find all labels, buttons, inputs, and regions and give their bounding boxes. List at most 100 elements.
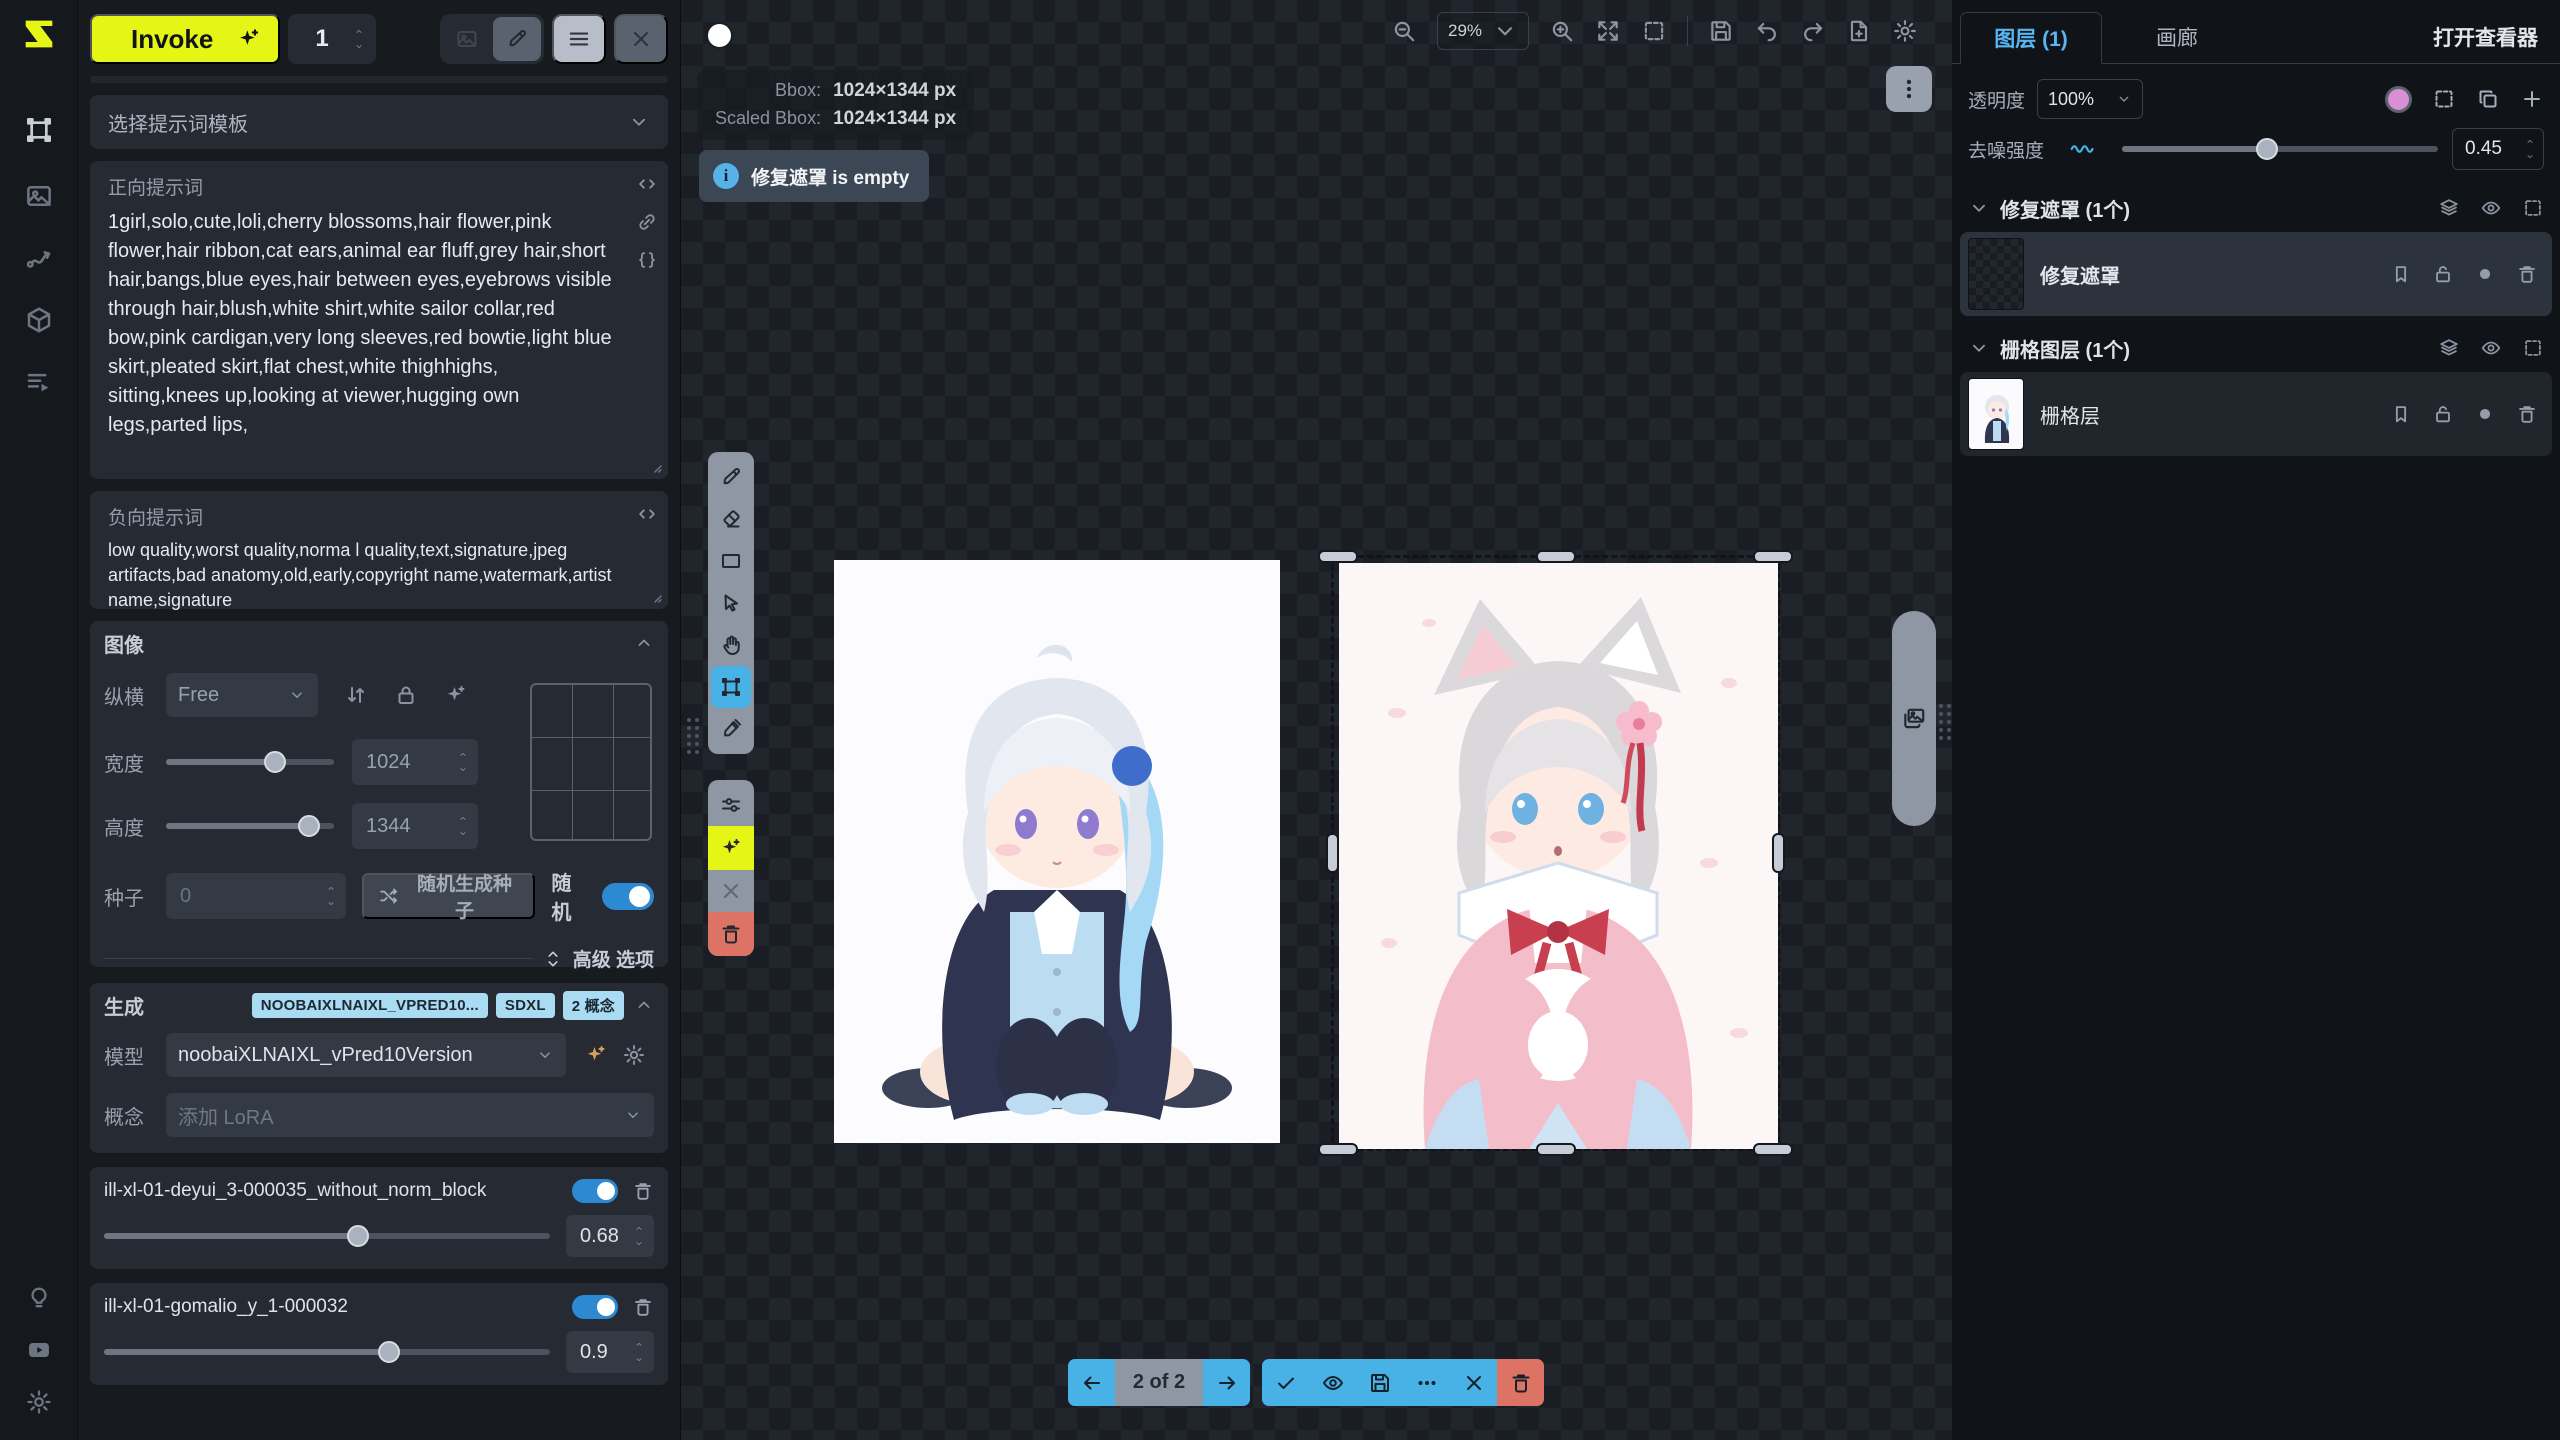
trash-icon[interactable]	[2516, 263, 2538, 285]
collapse-icon[interactable]	[634, 633, 654, 653]
bookmark-icon[interactable]	[2390, 263, 2412, 285]
lora-enabled-toggle[interactable]	[572, 1179, 618, 1203]
resize-grip-icon[interactable]	[646, 457, 664, 475]
trash-icon[interactable]	[632, 1180, 654, 1202]
canvas-menu-button[interactable]	[1886, 66, 1932, 112]
height-input[interactable]: 1344	[352, 803, 478, 849]
fit-to-view-icon[interactable]	[1595, 18, 1621, 44]
generate-region-button[interactable]	[708, 826, 754, 870]
model-sparkle-button[interactable]	[584, 1043, 608, 1067]
model-select[interactable]: noobaiXLNAIXL_vPred10Version	[166, 1033, 566, 1077]
visibility-icon[interactable]	[2480, 337, 2502, 359]
queue-count-arrows[interactable]	[352, 27, 366, 51]
lora-weight-input[interactable]: 0.68	[566, 1215, 654, 1257]
resize-grip-icon[interactable]	[646, 587, 664, 605]
tab-layers[interactable]: 图层 (1)	[1960, 12, 2102, 64]
panel-resize-handle[interactable]	[1939, 704, 1951, 740]
denoise-slider[interactable]	[2122, 139, 2438, 159]
transform-handle-w[interactable]	[1326, 833, 1339, 873]
nav-models-button[interactable]	[19, 300, 59, 340]
model-settings-button[interactable]	[622, 1043, 646, 1067]
transform-handle-s[interactable]	[1536, 1143, 1576, 1156]
lora-weight-slider[interactable]	[104, 1226, 550, 1246]
nav-queue-button[interactable]	[19, 362, 59, 402]
add-layer-icon[interactable]	[2520, 87, 2544, 111]
seed-input[interactable]: 0	[166, 873, 346, 919]
canvas-image-selected[interactable]	[1339, 563, 1778, 1149]
tab-gallery[interactable]: 画廊	[2102, 11, 2252, 63]
braces-icon[interactable]	[636, 249, 658, 271]
transform-handle-sw[interactable]	[1318, 1143, 1358, 1156]
embedding-code-icon[interactable]	[636, 503, 658, 525]
transform-handle-e[interactable]	[1772, 833, 1785, 873]
canvas-image-raster[interactable]	[834, 560, 1280, 1143]
transform-handle-ne[interactable]	[1753, 550, 1793, 563]
undo-icon[interactable]	[1754, 18, 1780, 44]
save-canvas-icon[interactable]	[1708, 18, 1734, 44]
enabled-dot-icon[interactable]	[2474, 263, 2496, 285]
selection-frame[interactable]	[1331, 555, 1780, 1151]
transform-handle-nw[interactable]	[1318, 550, 1358, 563]
canvas-workspace[interactable]: 29% Bbox: 1024×1344 px Scaled Bbox: 1024…	[681, 0, 1952, 1440]
staging-more-button[interactable]	[1403, 1359, 1450, 1406]
panel-resize-handle[interactable]	[687, 718, 699, 754]
transform-handle-n[interactable]	[1536, 550, 1576, 563]
staging-preview-button[interactable]	[1309, 1359, 1356, 1406]
collapse-icon[interactable]	[634, 995, 654, 1015]
link-prompts-icon[interactable]	[636, 211, 658, 233]
trash-icon[interactable]	[632, 1296, 654, 1318]
staging-discard-button[interactable]	[1497, 1359, 1544, 1406]
zoom-in-icon[interactable]	[1549, 18, 1575, 44]
fit-group-icon[interactable]	[2522, 197, 2544, 219]
staging-prev-button[interactable]	[1068, 1359, 1115, 1406]
random-seed-button[interactable]: 随机生成种子	[362, 873, 535, 919]
clear-queue-button[interactable]	[614, 14, 668, 64]
trash-icon[interactable]	[2516, 403, 2538, 425]
zoom-level-select[interactable]: 29%	[1437, 12, 1529, 50]
staging-next-button[interactable]	[1203, 1359, 1250, 1406]
layer-row-raster[interactable]: 栅格层	[1960, 372, 2552, 456]
youtube-button[interactable]	[19, 1330, 59, 1370]
mask-color-swatch[interactable]	[2385, 86, 2412, 113]
fit-bbox-icon[interactable]	[1641, 18, 1667, 44]
nav-gallery-button[interactable]	[19, 176, 59, 216]
raster-group-header[interactable]: 栅格图层 (1个)	[1952, 326, 2560, 370]
prompt-template-select[interactable]: 选择提示词模板	[90, 95, 668, 149]
duplicate-layer-icon[interactable]	[2476, 87, 2500, 111]
color-picker-tool[interactable]	[711, 708, 751, 750]
lora-weight-slider[interactable]	[104, 1342, 550, 1362]
gallery-flyout-handle[interactable]	[1892, 611, 1936, 826]
brush-color-swatch[interactable]	[706, 22, 733, 49]
aspect-select[interactable]: Free	[166, 673, 318, 717]
denoise-input[interactable]: 0.45	[2452, 128, 2544, 170]
queue-menu-button[interactable]	[552, 14, 606, 64]
fit-group-icon[interactable]	[2522, 337, 2544, 359]
staging-accept-button[interactable]	[1262, 1359, 1309, 1406]
swap-dimensions-button[interactable]	[344, 683, 368, 707]
unlock-icon[interactable]	[2432, 403, 2454, 425]
layer-row-mask[interactable]: 修复遮罩	[1960, 232, 2552, 316]
positive-prompt-input[interactable]: 1girl,solo,cute,loli,cherry blossoms,hai…	[108, 208, 622, 440]
embedding-code-icon[interactable]	[636, 173, 658, 195]
brush-tool[interactable]	[711, 456, 751, 498]
send-to-gallery-button[interactable]	[443, 17, 491, 61]
nav-workflows-button[interactable]	[19, 238, 59, 278]
staging-save-button[interactable]	[1356, 1359, 1403, 1406]
lock-aspect-button[interactable]	[394, 683, 418, 707]
redo-icon[interactable]	[1800, 18, 1826, 44]
visibility-icon[interactable]	[2480, 197, 2502, 219]
support-button[interactable]	[19, 1278, 59, 1318]
negative-prompt-input[interactable]: low quality,worst quality,norma l qualit…	[108, 538, 622, 613]
lora-weight-input[interactable]: 0.9	[566, 1331, 654, 1373]
advanced-options-label[interactable]: 高级 选项	[573, 945, 654, 972]
mask-group-header[interactable]: 修复遮罩 (1个)	[1952, 186, 2560, 230]
bookmark-icon[interactable]	[2390, 403, 2412, 425]
cancel-region-button[interactable]	[711, 870, 751, 912]
height-slider[interactable]	[166, 816, 334, 836]
nav-canvas-button[interactable]	[19, 110, 59, 150]
expand-advanced-icon[interactable]	[543, 949, 563, 969]
rectangle-tool[interactable]	[711, 540, 751, 582]
opacity-select[interactable]: 100%	[2037, 79, 2143, 119]
merge-layers-icon[interactable]	[2438, 337, 2460, 359]
lora-enabled-toggle[interactable]	[572, 1295, 618, 1319]
